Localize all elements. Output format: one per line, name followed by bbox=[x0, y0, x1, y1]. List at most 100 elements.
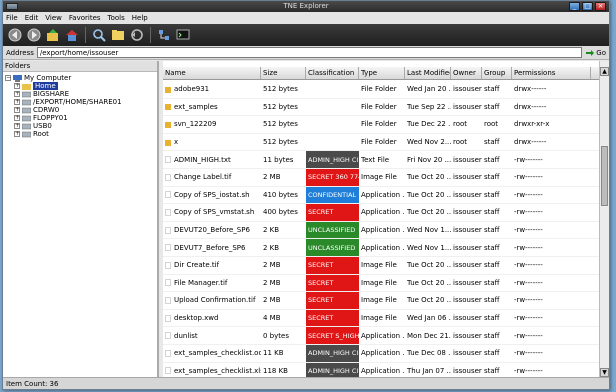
table-row[interactable]: Upload Confirmation.tif 2 MB SECRET Image F… bbox=[163, 292, 601, 310]
go-button[interactable]: Go bbox=[596, 49, 606, 57]
cell-type: Application ... bbox=[359, 222, 405, 239]
toolbar-separator bbox=[150, 27, 151, 43]
tree-node[interactable]: + USB0 bbox=[5, 122, 157, 130]
sync-icon bbox=[131, 29, 143, 41]
table-row[interactable]: ext_samples_checklist.ods 11 KB ADMIN_HIGH… bbox=[163, 344, 601, 363]
table-row[interactable]: adobe931 512 bytes File Folder Wed Jan 20 .… bbox=[163, 81, 601, 99]
forward-button[interactable] bbox=[25, 26, 43, 44]
cell-classification-text: SECRET 360 7742 bbox=[308, 173, 359, 182]
cell-group-text: staff bbox=[484, 261, 500, 270]
cell-group-text: staff bbox=[484, 102, 500, 111]
cell-modified-text: Tue Oct 20 ... bbox=[407, 208, 451, 217]
menu-tools[interactable]: Tools bbox=[108, 14, 125, 22]
expand-icon[interactable]: + bbox=[14, 115, 20, 121]
table-row[interactable]: svn_122209 512 bytes File Folder Tue Dec 22… bbox=[163, 116, 601, 134]
collapse-icon[interactable]: − bbox=[5, 75, 11, 81]
table-row[interactable]: x 512 bytes File Folder Wed Nov 2... root sta… bbox=[163, 134, 601, 152]
cell-type: Application ... bbox=[359, 204, 405, 221]
vertical-scrollbar[interactable]: ▲ ▼ bbox=[599, 61, 609, 379]
table-row[interactable]: DEVUT20_Before_SP6 2 KB UNCLASSIFIED Applic… bbox=[163, 221, 601, 240]
expand-icon[interactable]: + bbox=[14, 107, 20, 113]
column-permissions[interactable]: Permissions bbox=[512, 67, 591, 79]
views-button[interactable] bbox=[155, 26, 173, 44]
tree-node[interactable]: + /EXPORT/HOME/SHARE01 bbox=[5, 98, 157, 106]
scroll-thumb[interactable] bbox=[601, 146, 608, 206]
menu-file[interactable]: File bbox=[6, 14, 18, 22]
expand-icon[interactable]: + bbox=[14, 131, 20, 137]
cell-group: staff bbox=[482, 239, 512, 256]
refresh-button[interactable] bbox=[128, 26, 146, 44]
cell-name: Dir Create.tif bbox=[163, 257, 261, 274]
tree-node[interactable]: + Home bbox=[5, 82, 157, 90]
column-group[interactable]: Group bbox=[482, 67, 512, 79]
cell-size: 2 KB bbox=[261, 239, 306, 256]
table-row[interactable]: dunlist 0 bytes SECRET S_HIGH Application .… bbox=[163, 327, 601, 345]
cell-owner-text: issouser bbox=[453, 331, 482, 340]
tree-node[interactable]: + CDRW0 bbox=[5, 106, 157, 114]
table-row[interactable]: ADMIN_HIGH.txt 11 bytes ADMIN_HIGH CIPSTex… bbox=[163, 151, 601, 169]
floppy-drive-icon bbox=[22, 115, 31, 121]
cell-size-text: 118 KB bbox=[263, 366, 288, 375]
menu-view[interactable]: View bbox=[45, 14, 62, 22]
title-bar: TNE Explorer _ □ × bbox=[3, 1, 609, 12]
tree-node[interactable]: + Root bbox=[5, 130, 157, 138]
folders-button[interactable] bbox=[109, 26, 127, 44]
cell-modified-text: Wed Nov 1... bbox=[407, 226, 451, 235]
cell-permissions: -rw------- bbox=[512, 292, 591, 309]
table-row[interactable]: Copy of SPS_iostat.sh 410 bytes CONFIDENTI… bbox=[163, 186, 601, 205]
search-icon bbox=[93, 29, 106, 42]
back-button[interactable] bbox=[6, 26, 24, 44]
menu-favorites[interactable]: Favorites bbox=[69, 14, 101, 22]
terminal-button[interactable] bbox=[174, 26, 192, 44]
table-row[interactable]: Copy of SPS_vmstat.sh 400 bytes SECRET Appl… bbox=[163, 204, 601, 222]
go-arrow-icon[interactable] bbox=[586, 49, 595, 57]
minimize-button[interactable]: _ bbox=[569, 2, 580, 11]
scroll-up-icon[interactable]: ▲ bbox=[600, 67, 609, 76]
menu-help[interactable]: Help bbox=[132, 14, 148, 22]
table-row[interactable]: Dir Create.tif 2 MB SECRET Image File Tue Oc… bbox=[163, 256, 601, 275]
home-button[interactable] bbox=[63, 26, 81, 44]
column-last-modified[interactable]: Last Modified bbox=[405, 67, 451, 79]
expand-icon[interactable]: + bbox=[14, 91, 20, 97]
tree-node[interactable]: + FLOPPY01 bbox=[5, 114, 157, 122]
scroll-down-icon[interactable]: ▼ bbox=[600, 368, 609, 377]
address-input[interactable] bbox=[36, 47, 583, 58]
cell-name: Copy of SPS_iostat.sh bbox=[163, 187, 261, 204]
cell-name-text: ADMIN_HIGH.txt bbox=[174, 155, 231, 164]
table-row[interactable]: Change Label.tif 2 MB SECRET 360 7742Image… bbox=[163, 168, 601, 187]
cell-classification: CONFIDENTIAL bbox=[306, 186, 359, 204]
table-row[interactable]: desktop.xwd 4 MB SECRET Image File Wed Jan 0… bbox=[163, 309, 601, 328]
menu-edit[interactable]: Edit bbox=[25, 14, 39, 22]
cell-group-text: staff bbox=[484, 85, 500, 94]
search-button[interactable] bbox=[90, 26, 108, 44]
tree-node[interactable]: + BIGSHARE bbox=[5, 90, 157, 98]
cell-name-text: ext_samples_checklist.xls bbox=[174, 366, 261, 375]
cell-modified-text: Tue Dec 08 ... bbox=[407, 349, 451, 358]
cell-modified: Fri Nov 20 ... bbox=[405, 151, 451, 168]
cell-classification: SECRET 360 7742 bbox=[306, 168, 359, 186]
cell-size-text: 0 bytes bbox=[263, 331, 289, 340]
expand-icon[interactable]: + bbox=[14, 99, 20, 105]
expand-icon[interactable]: + bbox=[14, 83, 20, 89]
cell-classification-text: UNCLASSIFIED bbox=[308, 226, 356, 235]
cell-name-text: Change Label.tif bbox=[174, 173, 232, 182]
cell-type-text: Image File bbox=[361, 314, 397, 323]
table-row[interactable]: DEVUT7_Before_SP6 2 KB UNCLASSIFIED Applica… bbox=[163, 239, 601, 257]
window-menu-icon[interactable] bbox=[6, 3, 18, 10]
column-type[interactable]: Type bbox=[359, 67, 405, 79]
close-button[interactable]: × bbox=[595, 2, 606, 11]
cell-group: staff bbox=[482, 134, 512, 151]
column-owner[interactable]: Owner bbox=[451, 67, 482, 79]
maximize-button[interactable]: □ bbox=[582, 2, 593, 11]
column-classification[interactable]: Classification bbox=[306, 67, 359, 79]
tree-node[interactable]: − My Computer bbox=[5, 74, 157, 82]
column-name[interactable]: Name bbox=[163, 67, 261, 79]
column-size[interactable]: Size bbox=[261, 67, 306, 79]
tree-node-label: /EXPORT/HOME/SHARE01 bbox=[33, 98, 122, 106]
table-row[interactable]: ext_samples 512 bytes File Folder Tue Sep 2… bbox=[163, 99, 601, 117]
up-folder-button[interactable] bbox=[44, 26, 62, 44]
expand-icon[interactable]: + bbox=[14, 123, 20, 129]
table-row[interactable]: File Manager.tif 2 MB SECRET Image File Tue … bbox=[163, 274, 601, 293]
toolbar-separator bbox=[85, 27, 86, 43]
cell-owner: issouser bbox=[451, 222, 482, 239]
